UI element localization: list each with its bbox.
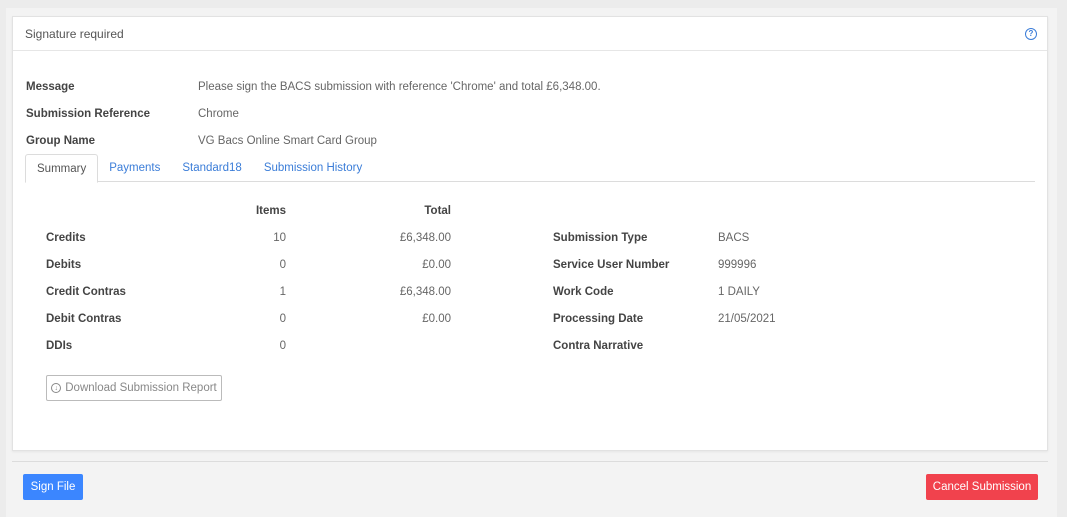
meta-row-reference: Submission Reference Chrome bbox=[26, 100, 601, 127]
detail-value: BACS bbox=[718, 231, 750, 244]
row-items: 1 bbox=[279, 285, 286, 298]
detail-value: 21/05/2021 bbox=[718, 312, 776, 325]
meta-value: Please sign the BACS submission with ref… bbox=[198, 80, 601, 93]
row-items: 0 bbox=[279, 258, 286, 271]
summary-row: Debit Contras 0 £0.00 Processing Date 21… bbox=[46, 305, 1026, 332]
card-header: Signature required ? bbox=[13, 17, 1047, 51]
row-label: Credit Contras bbox=[46, 285, 126, 298]
meta-value: Chrome bbox=[198, 107, 239, 120]
meta-row-message: Message Please sign the BACS submission … bbox=[26, 73, 601, 100]
page: Signature required ? Message Please sign… bbox=[0, 0, 1067, 517]
detail-label: Processing Date bbox=[553, 312, 644, 325]
meta-row-group: Group Name VG Bacs Online Smart Card Gro… bbox=[26, 127, 601, 154]
detail-value: 1 DAILY bbox=[718, 285, 760, 298]
footer-divider bbox=[12, 461, 1048, 462]
cancel-submission-button[interactable]: Cancel Submission bbox=[926, 474, 1038, 500]
tab-payments[interactable]: Payments bbox=[98, 154, 171, 182]
detail-label: Service User Number bbox=[553, 258, 670, 271]
row-label: DDIs bbox=[46, 339, 73, 352]
summary-row: DDIs 0 Contra Narrative bbox=[46, 332, 1026, 359]
tab-bar: Summary Payments Standard18 Submission H… bbox=[25, 154, 1035, 183]
row-items: 0 bbox=[279, 339, 286, 352]
row-total: £0.00 bbox=[422, 258, 451, 271]
meta-value: VG Bacs Online Smart Card Group bbox=[198, 134, 377, 147]
total-header: Total bbox=[424, 204, 451, 217]
row-label: Credits bbox=[46, 231, 86, 244]
row-items: 0 bbox=[279, 312, 286, 325]
detail-label: Work Code bbox=[553, 285, 614, 298]
download-submission-report-button[interactable]: ↓ Download Submission Report bbox=[46, 375, 222, 401]
question-circle-icon[interactable]: ? bbox=[1025, 27, 1037, 40]
download-button-label: Download Submission Report bbox=[65, 382, 217, 394]
row-total: £0.00 bbox=[422, 312, 451, 325]
sign-file-button[interactable]: Sign File bbox=[23, 474, 83, 500]
meta-label: Group Name bbox=[26, 134, 96, 147]
row-label: Debits bbox=[46, 258, 82, 271]
detail-value: 999996 bbox=[718, 258, 757, 271]
detail-label: Contra Narrative bbox=[553, 339, 644, 352]
summary-row: Credit Contras 1 £6,348.00 Work Code 1 D… bbox=[46, 278, 1026, 305]
summary-row: Credits 10 £6,348.00 Submission Type BAC… bbox=[46, 224, 1026, 251]
submission-meta: Message Please sign the BACS submission … bbox=[26, 73, 601, 154]
summary-header-row: Items Total bbox=[46, 197, 1026, 224]
download-circle-icon: ↓ bbox=[51, 383, 62, 393]
meta-label: Submission Reference bbox=[26, 107, 150, 120]
signature-card: Signature required ? Message Please sign… bbox=[12, 16, 1048, 451]
tab-standard18[interactable]: Standard18 bbox=[171, 154, 252, 182]
summary-row: Debits 0 £0.00 Service User Number 99999… bbox=[46, 251, 1026, 278]
card-title: Signature required bbox=[25, 26, 124, 41]
items-header: Items bbox=[255, 204, 286, 217]
tab-summary[interactable]: Summary bbox=[25, 154, 99, 183]
tab-submission-history[interactable]: Submission History bbox=[253, 154, 373, 182]
meta-label: Message bbox=[26, 80, 75, 93]
row-total: £6,348.00 bbox=[399, 285, 451, 298]
detail-label: Submission Type bbox=[553, 231, 648, 244]
row-items: 10 bbox=[273, 231, 286, 244]
row-label: Debit Contras bbox=[46, 312, 122, 325]
row-total: £6,348.00 bbox=[399, 231, 451, 244]
